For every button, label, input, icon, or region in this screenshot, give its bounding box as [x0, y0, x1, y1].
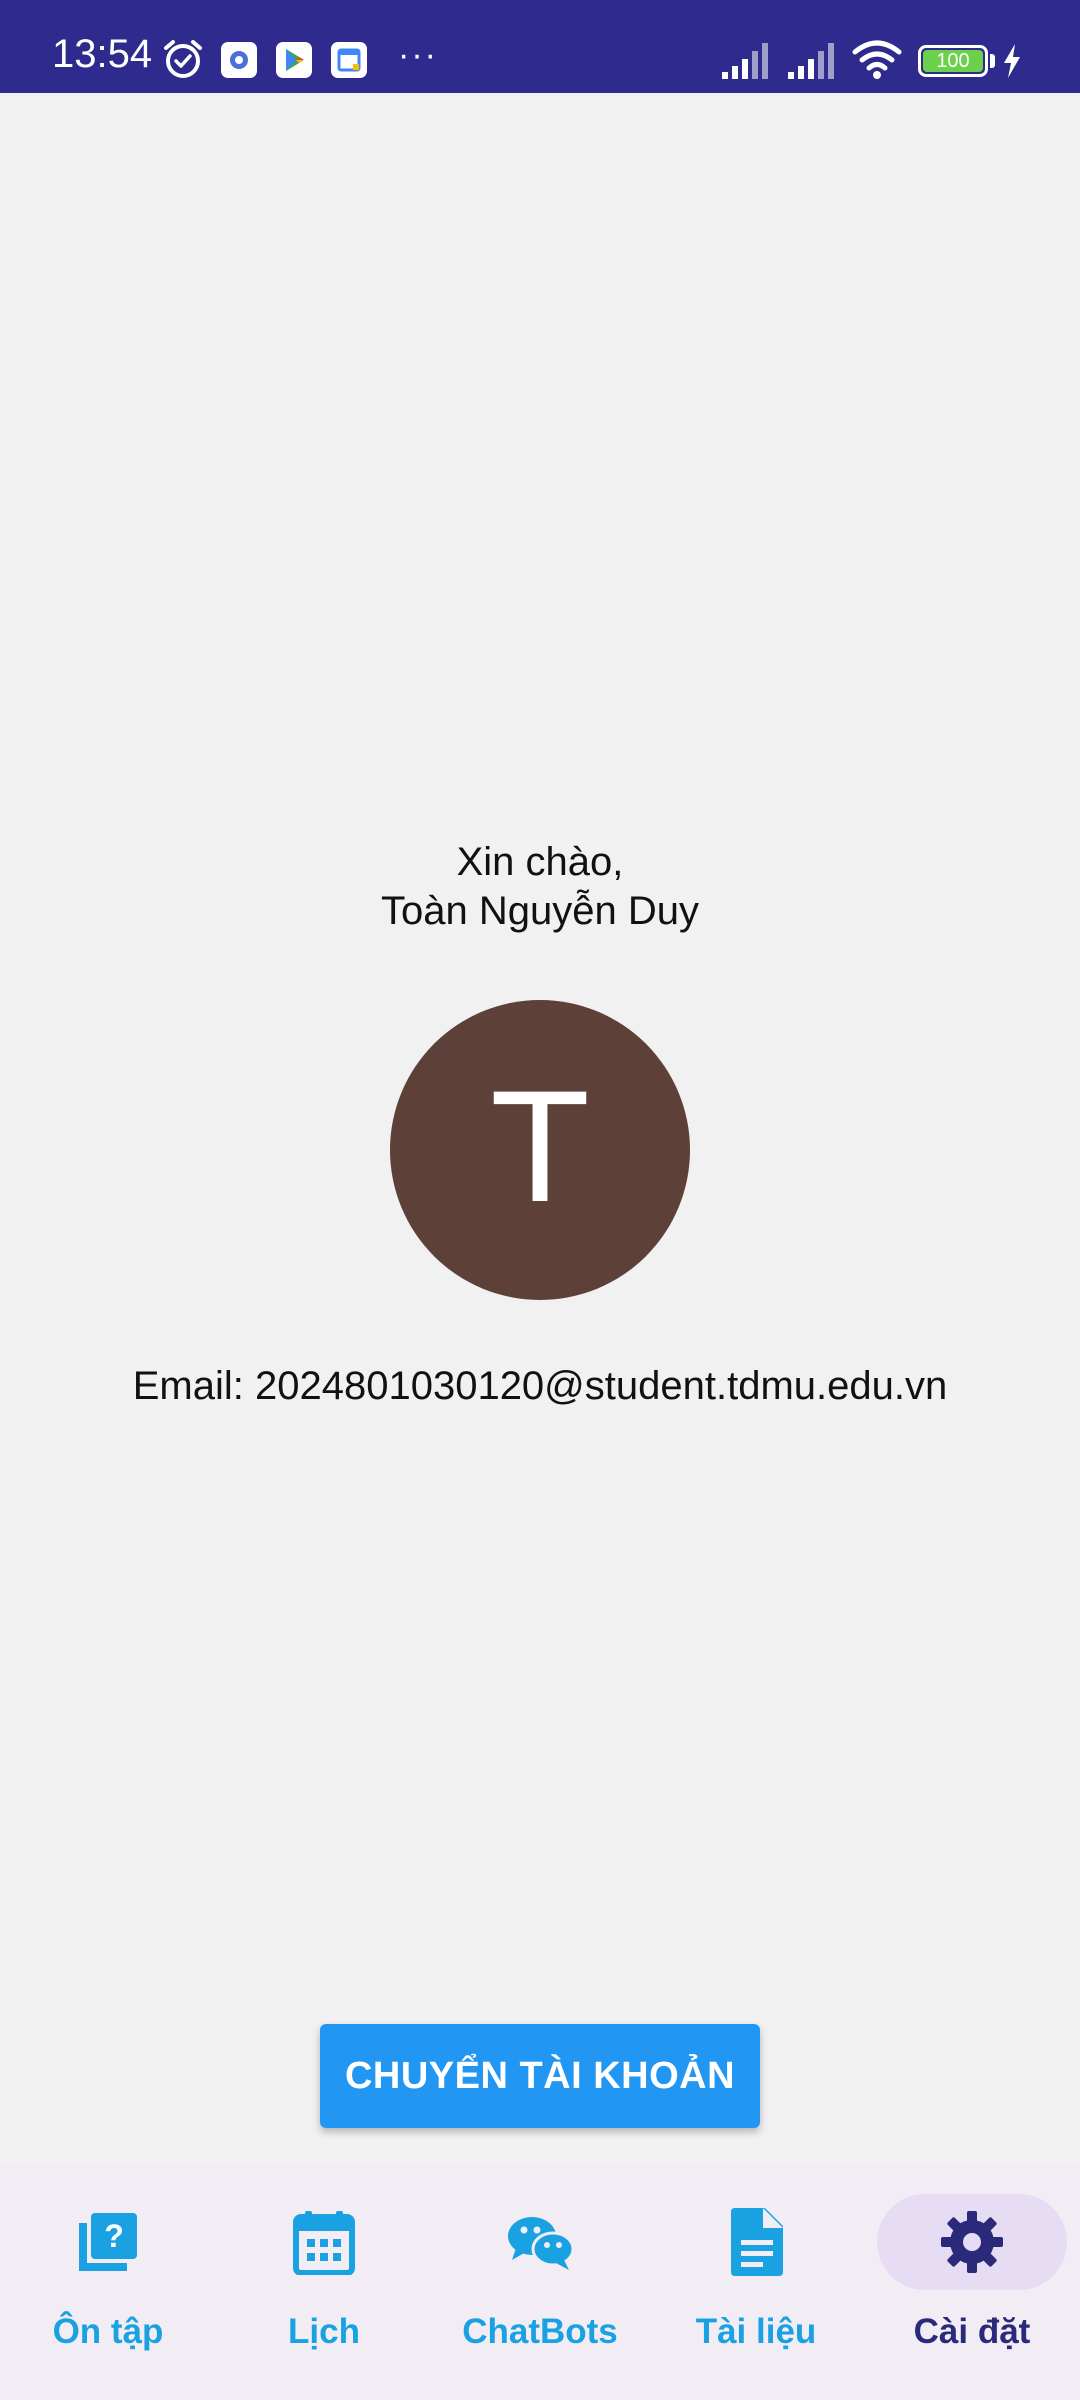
- greeting-line: Xin chào,: [456, 840, 624, 884]
- user-name: Toàn Nguyễn Duy: [381, 889, 699, 933]
- nav-label: Ôn tập: [52, 2312, 164, 2351]
- alarm-icon: [164, 40, 202, 78]
- greeting: Xin chào, Toàn Nguyễn Duy: [0, 838, 1080, 936]
- signal-icon: [722, 43, 768, 79]
- signal-icon: [788, 43, 834, 79]
- avatar: T: [390, 1000, 690, 1300]
- nav-icon-container: [229, 2194, 419, 2290]
- charging-icon: [1004, 44, 1020, 78]
- nav-item-cai-dat[interactable]: Cài đặt: [864, 2162, 1080, 2400]
- more-notifications: ···: [398, 36, 438, 74]
- nav-item-on-tap[interactable]: ? Ôn tập: [0, 2162, 216, 2400]
- battery-icon: 100: [918, 45, 988, 77]
- quiz-icon: ?: [79, 2213, 137, 2271]
- user-email: Email: 2024801030120@student.tdmu.edu.vn: [132, 1364, 948, 1408]
- nav-icon-container: ?: [13, 2194, 203, 2290]
- settings-app-icon: [221, 42, 257, 78]
- status-bar: 13:54 ··· 100: [0, 0, 1080, 93]
- nav-item-lich[interactable]: Lịch: [216, 2162, 432, 2400]
- battery-level: 100: [923, 50, 983, 72]
- nav-label: Lịch: [288, 2312, 360, 2351]
- battery-nub: [990, 54, 995, 68]
- nav-icon-container: [877, 2194, 1067, 2290]
- bottom-nav: ? Ôn tập Lịch ChatBots Tài liệu Cài đặt: [0, 2162, 1080, 2400]
- nav-label: Cài đặt: [913, 2312, 1031, 2351]
- nav-label: Tài liệu: [695, 2312, 817, 2351]
- svg-text:?: ?: [104, 2218, 124, 2254]
- nav-icon-container: [661, 2194, 851, 2290]
- status-time: 13:54: [52, 32, 153, 76]
- avatar-letter: T: [494, 1063, 586, 1237]
- nav-item-tai-lieu[interactable]: Tài liệu: [648, 2162, 864, 2400]
- chat-icon: [508, 2217, 574, 2270]
- play-store-icon: [276, 42, 312, 78]
- nav-item-chatbots[interactable]: ChatBots: [432, 2162, 648, 2400]
- nav-icon-container: [445, 2194, 635, 2290]
- calendar-icon: [293, 2211, 355, 2275]
- nav-label: ChatBots: [462, 2312, 618, 2351]
- switch-account-button[interactable]: CHUYỂN TÀI KHOẢN: [320, 2024, 760, 2128]
- settings-icon: [941, 2211, 1003, 2273]
- wifi-icon: [852, 40, 902, 79]
- calendar-app-icon: [331, 42, 367, 78]
- document-icon: [731, 2208, 783, 2276]
